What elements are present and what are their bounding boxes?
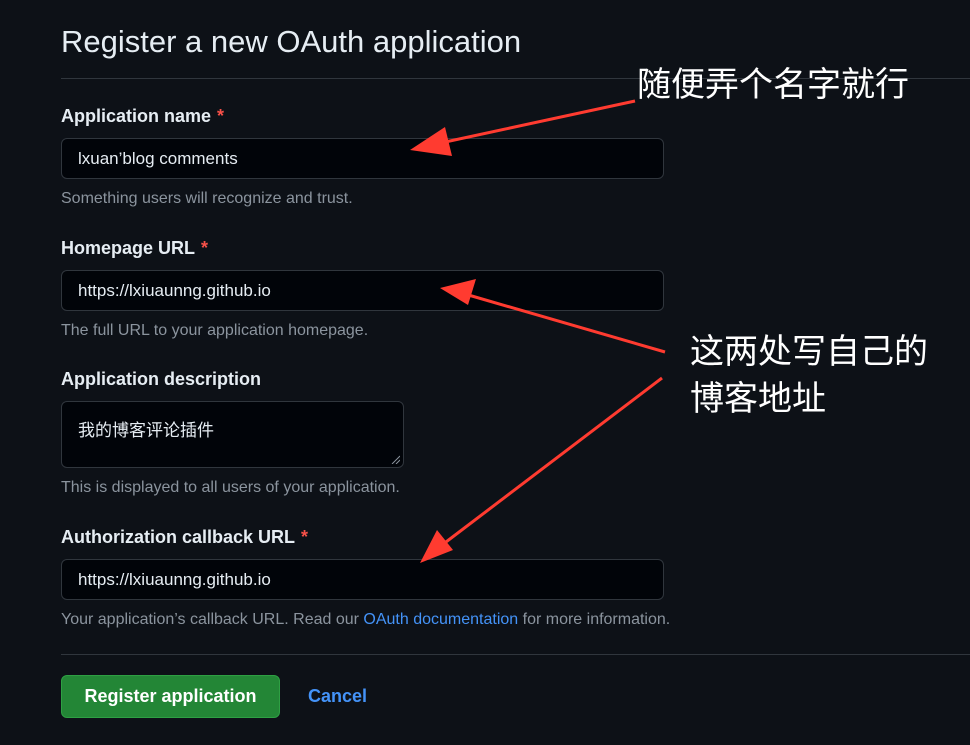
arrow-shaft-callback (441, 376, 663, 547)
arrow-head-callback (420, 530, 453, 563)
arrow-shaft-homepage (464, 292, 666, 354)
arrow-head-homepage (440, 279, 476, 305)
arrow-shaft-name (435, 99, 636, 146)
annotation-arrows (410, 99, 666, 563)
arrow-head-name (410, 127, 452, 156)
